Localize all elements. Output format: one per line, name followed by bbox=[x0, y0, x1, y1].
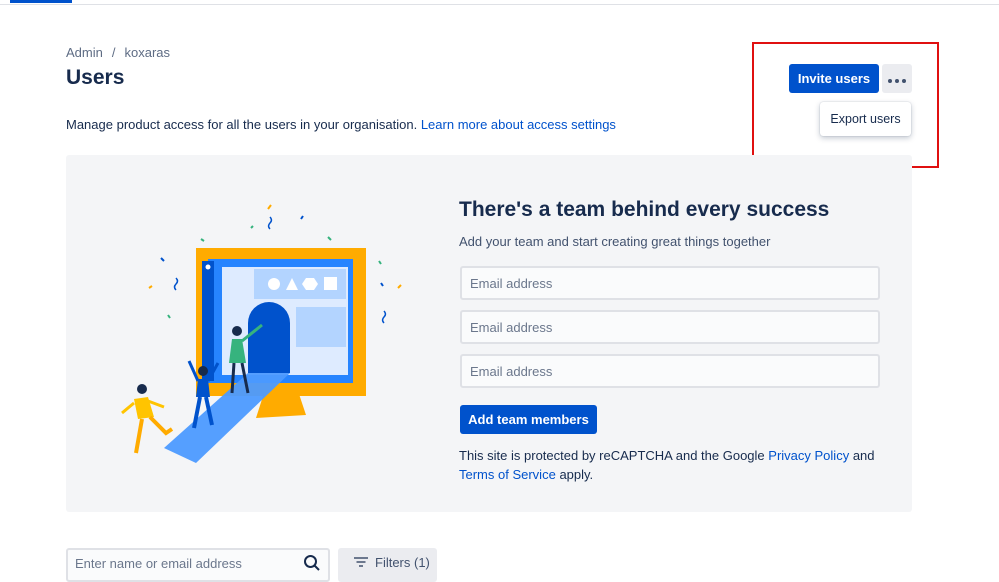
email-field-2[interactable] bbox=[460, 310, 880, 344]
highlight-annotation-box bbox=[752, 42, 939, 168]
monitor-door bbox=[248, 302, 290, 373]
search-input[interactable] bbox=[73, 555, 297, 572]
page-title: Users bbox=[66, 66, 125, 89]
legal-suffix: apply. bbox=[559, 467, 594, 482]
description-text: Manage product access for all the users … bbox=[66, 117, 418, 132]
filters-button[interactable]: Filters (1) bbox=[338, 548, 437, 582]
recaptcha-notice: This site is protected by reCAPTCHA and … bbox=[459, 446, 879, 484]
user-search-box bbox=[66, 548, 330, 582]
filter-lines-icon bbox=[353, 556, 369, 571]
onboarding-heading: There's a team behind every success bbox=[459, 198, 830, 221]
breadcrumb-separator: / bbox=[111, 45, 116, 60]
email-field-3[interactable] bbox=[460, 354, 880, 388]
top-navigation-bar bbox=[0, 0, 999, 5]
team-illustration bbox=[121, 204, 402, 463]
active-nav-indicator bbox=[10, 0, 72, 3]
legal-prefix: This site is protected by reCAPTCHA and … bbox=[459, 448, 765, 463]
page-description: Manage product access for all the users … bbox=[66, 117, 616, 132]
search-icon[interactable] bbox=[302, 553, 322, 578]
breadcrumb-item-org[interactable]: koxaras bbox=[124, 45, 170, 60]
add-team-members-button[interactable]: Add team members bbox=[460, 405, 597, 434]
legal-and: and bbox=[852, 448, 875, 463]
terms-of-service-link[interactable]: Terms of Service bbox=[459, 467, 556, 482]
person-walking bbox=[121, 384, 174, 454]
onboarding-subheading: Add your team and start creating great t… bbox=[459, 234, 771, 249]
breadcrumb: Admin / koxaras bbox=[66, 45, 170, 60]
privacy-policy-link[interactable]: Privacy Policy bbox=[768, 448, 849, 463]
learn-more-link[interactable]: Learn more about access settings bbox=[421, 117, 616, 132]
breadcrumb-item-admin[interactable]: Admin bbox=[66, 45, 103, 60]
email-field-1[interactable] bbox=[460, 266, 880, 300]
onboarding-panel: There's a team behind every success Add … bbox=[66, 155, 912, 512]
